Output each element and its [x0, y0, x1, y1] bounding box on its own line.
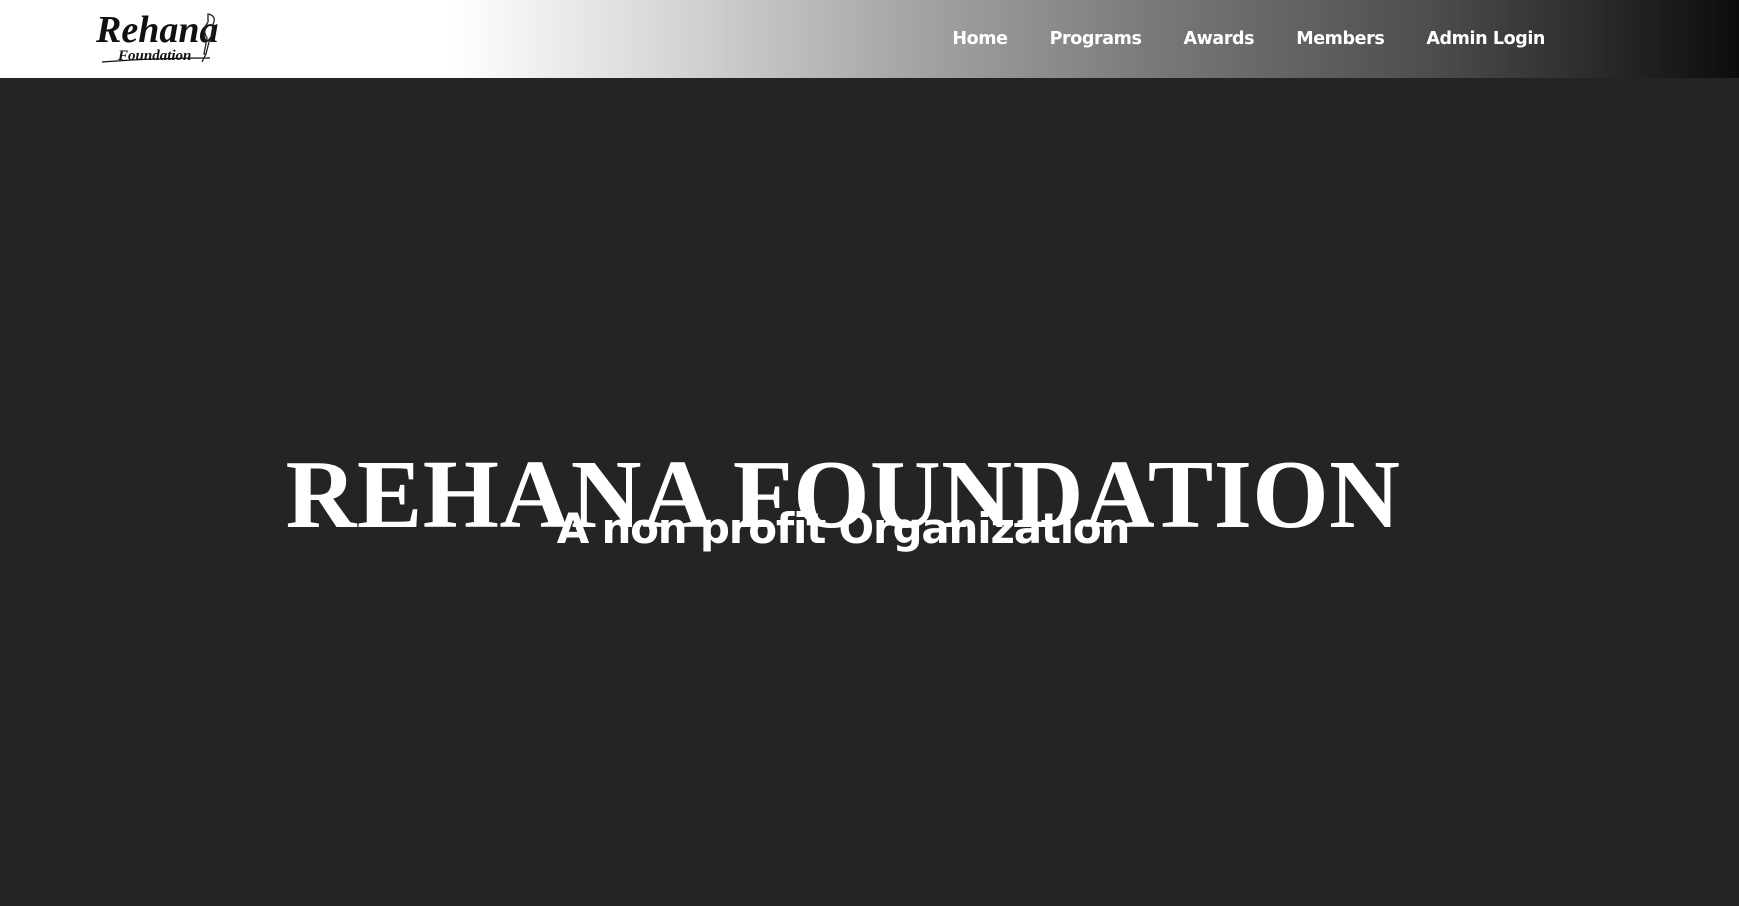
nav-home[interactable]: Home	[952, 29, 1008, 49]
main-nav: Home Programs Awards Members Admin Login	[910, 0, 1545, 78]
site-logo[interactable]: Rehana Foundation	[92, 8, 224, 66]
hero-section: REHANA FOUNDATION A non profit Organizat…	[0, 78, 1739, 906]
nav-members[interactable]: Members	[1296, 29, 1385, 49]
top-navbar: Rehana Foundation Home Programs Awards M…	[0, 0, 1739, 78]
nav-awards[interactable]: Awards	[1184, 29, 1255, 49]
nav-programs[interactable]: Programs	[1050, 29, 1142, 49]
nav-admin-login[interactable]: Admin Login	[1426, 29, 1545, 49]
logo-main-text: Rehana	[95, 9, 218, 51]
logo-sub-text: Foundation	[117, 48, 191, 64]
hero-subtitle: A non profit Organization	[556, 504, 1131, 553]
